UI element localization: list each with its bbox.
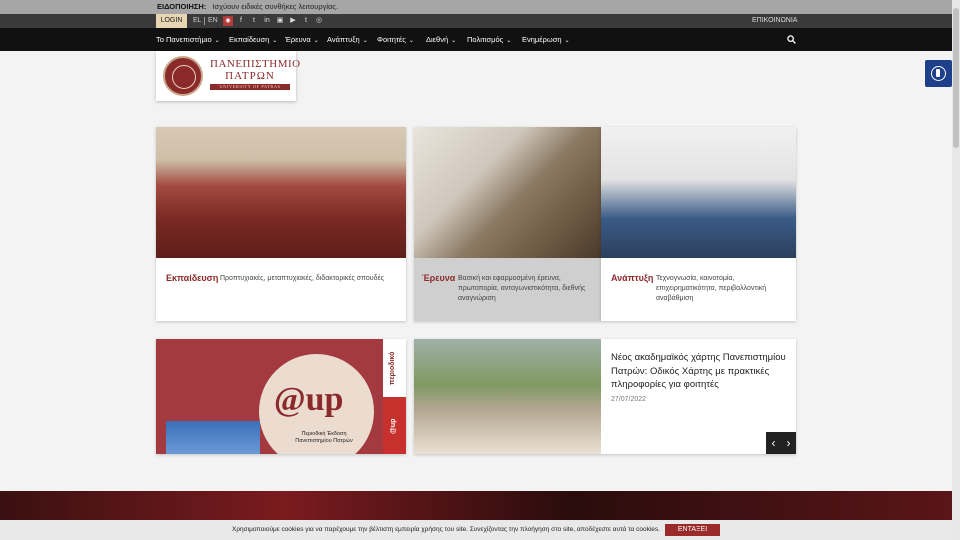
- accessibility-icon[interactable]: [925, 60, 952, 87]
- nav-label: Πολιτισμός: [467, 35, 504, 44]
- nav-label: Ενημέρωση: [522, 35, 562, 44]
- login-button[interactable]: LOGIN: [156, 14, 187, 28]
- notice-label: ΕΙΔΟΠΟΙΗΣΗ:: [157, 2, 207, 11]
- nav-item-students[interactable]: Φοιτητές ⌄: [377, 28, 414, 51]
- card-title: Εκπαίδευση: [166, 273, 219, 283]
- logo-line1: ΠΑΝΕΠΙΣΤΗΜΙΟ: [210, 58, 301, 70]
- nav-item-research[interactable]: Έρευνα ⌄: [285, 28, 319, 51]
- twitter-icon[interactable]: t: [249, 14, 259, 28]
- sky-graphic: [166, 421, 260, 454]
- main-nav: Το Πανεπιστήμιο ⌄ Εκπαίδευση ⌄ Έρευνα ⌄ Ανά…: [0, 28, 952, 51]
- facebook-icon[interactable]: f: [236, 14, 246, 28]
- chevron-down-icon: ⌄: [506, 38, 512, 44]
- nav-item-university[interactable]: Το Πανεπιστήμιο ⌄: [156, 28, 220, 51]
- up-side-top-text: περιοδικό: [389, 351, 396, 385]
- nav-item-news[interactable]: Ενημέρωση ⌄: [522, 28, 570, 51]
- card-description: Βασική και εφαρμοσμένη έρευνα, πρωτοπορί…: [458, 275, 586, 302]
- scrollbar[interactable]: [952, 0, 960, 540]
- chevron-down-icon: ⌄: [564, 38, 570, 44]
- card-title: Έρευνα: [422, 273, 456, 283]
- lang-el[interactable]: EL: [193, 14, 202, 28]
- notice-text: Ισχύουν ειδικές συνθήκες λειτουργίας.: [212, 2, 339, 11]
- linkedin-icon[interactable]: in: [262, 14, 272, 28]
- up-subtitle: Περιοδική Έκδοση Πανεπιστημίου Πατρών: [274, 431, 374, 445]
- up-subtitle-line1: Περιοδική Έκδοση: [301, 431, 347, 437]
- up-side-bottom-text: @up: [390, 418, 397, 434]
- lang-en[interactable]: EN: [208, 14, 218, 28]
- logo-line3: UNIVERSITY OF PATRAS: [210, 84, 290, 90]
- chevron-down-icon: ⌄: [408, 38, 414, 44]
- tumblr-icon[interactable]: t: [301, 14, 311, 28]
- search-icon[interactable]: [787, 35, 796, 44]
- card-description: Προπτυχιακές, μεταπτυχιακές, διδακτορικέ…: [220, 275, 384, 282]
- chevron-down-icon: ⌄: [272, 38, 278, 44]
- university-logo[interactable]: ΠΑΝΕΠΙΣΤΗΜΙΟ ΠΑΤΡΩΝ UNIVERSITY OF PATRAS: [156, 51, 301, 101]
- chevron-down-icon: ⌄: [451, 38, 457, 44]
- rss-icon[interactable]: ◉: [223, 16, 233, 26]
- lecture-hall-image: [156, 127, 406, 258]
- news-date: 27/07/2022: [611, 396, 647, 403]
- nav-label: Έρευνα: [285, 35, 311, 44]
- cookie-text: Χρησιμοποιούμε cookies για να παρέχουμε …: [232, 526, 660, 533]
- presentation-image: [601, 127, 796, 258]
- news-image: [414, 339, 601, 454]
- chevron-down-icon: ⌄: [214, 38, 220, 44]
- instagram-icon[interactable]: ◎: [314, 14, 324, 28]
- scrollbar-thumb[interactable]: [953, 8, 959, 148]
- next-arrow-icon[interactable]: ›: [781, 432, 796, 454]
- flickr-icon[interactable]: ▣: [275, 14, 285, 28]
- up-side-panel-red: @up: [383, 397, 406, 454]
- logo-wordmark: ΠΑΝΕΠΙΣΤΗΜΙΟ ΠΑΤΡΩΝ UNIVERSITY OF PATRAS: [210, 58, 301, 90]
- nav-label: Ανάπτυξη: [327, 35, 360, 44]
- nav-item-international[interactable]: Διεθνή ⌄: [426, 28, 456, 51]
- prev-arrow-icon[interactable]: ‹: [766, 432, 781, 454]
- lang-divider: [204, 17, 205, 25]
- chevron-down-icon: ⌄: [313, 38, 319, 44]
- up-magazine-banner[interactable]: @up Περιοδική Έκδοση Πανεπιστημίου Πατρώ…: [156, 339, 406, 454]
- youtube-icon[interactable]: ▶: [288, 14, 298, 28]
- up-logo: @up: [274, 381, 344, 418]
- card-development[interactable]: Ανάπτυξη Τεχνογνωσία, καινοτομία, επιχει…: [601, 127, 796, 321]
- card-research[interactable]: Έρευνα Βασική και εφαρμοσμένη έρευνα, πρ…: [414, 127, 601, 321]
- cookie-bar: Χρησιμοποιούμε cookies για να παρέχουμε …: [0, 520, 952, 540]
- nav-label: Εκπαίδευση: [229, 35, 270, 44]
- university-seal-icon: [163, 56, 203, 96]
- contact-link[interactable]: ΕΠΙΚΟΙΝΩΝΙΑ: [752, 14, 797, 28]
- nav-label: Διεθνή: [426, 35, 449, 44]
- logo-line2: ΠΑΤΡΩΝ: [225, 70, 275, 82]
- news-title[interactable]: Νέος ακαδημαϊκός χάρτης Πανεπιστημίου Πα…: [611, 351, 791, 392]
- card-description: Τεχνογνωσία, καινοτομία, επιχειρηματικότ…: [656, 275, 767, 302]
- card-title: Ανάπτυξη: [611, 273, 654, 283]
- news-slider: Νέος ακαδημαϊκός χάρτης Πανεπιστημίου Πα…: [414, 339, 796, 454]
- notice-bar: ΕΙΔΟΠΟΙΗΣΗ: Ισχύουν ειδικές συνθήκες λει…: [0, 0, 952, 14]
- office-meeting-image: [414, 127, 601, 258]
- nav-item-education[interactable]: Εκπαίδευση ⌄: [229, 28, 277, 51]
- chevron-down-icon: ⌄: [362, 38, 368, 44]
- nav-label: Φοιτητές: [377, 35, 406, 44]
- card-education[interactable]: Εκπαίδευση Προπτυχιακές, μεταπτυχιακές, …: [156, 127, 406, 321]
- utility-bar: LOGIN EL EN ◉ f t in ▣ ▶ t ◎ ΕΠΙΚΟΙΝΩΝΙΑ: [0, 14, 952, 28]
- up-side-panel: περιοδικό: [383, 339, 406, 397]
- cookie-accept-button[interactable]: ΕΝΤΑΞΕΙ: [665, 524, 720, 536]
- up-subtitle-line2: Πανεπιστημίου Πατρών: [295, 438, 353, 444]
- nav-item-culture[interactable]: Πολιτισμός ⌄: [467, 28, 511, 51]
- nav-label: Το Πανεπιστήμιο: [156, 35, 212, 44]
- nav-item-development[interactable]: Ανάπτυξη ⌄: [327, 28, 368, 51]
